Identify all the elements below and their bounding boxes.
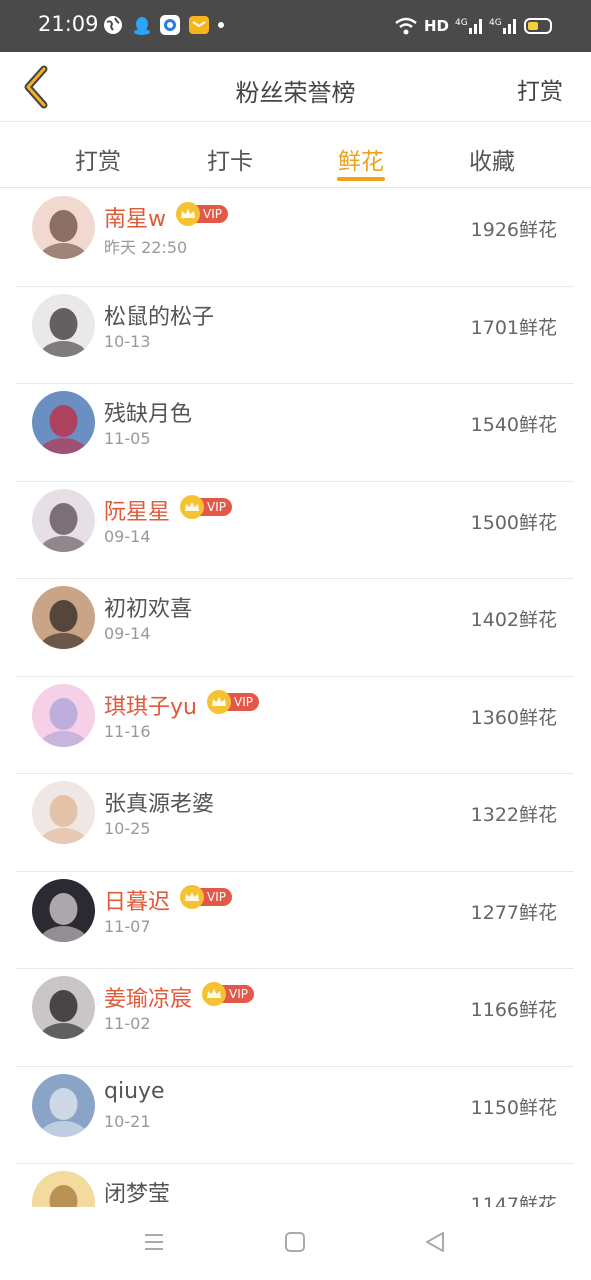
flower-count: 1166鲜花 [470, 999, 557, 1021]
tab-reward[interactable]: 打赏 [48, 142, 148, 176]
flower-count: 1926鲜花 [470, 219, 557, 241]
fan-date: 10-13 [104, 331, 151, 351]
qq-icon [134, 17, 150, 35]
crown-icon [180, 494, 204, 519]
page-title: 粉丝荣誉榜 [235, 79, 356, 107]
flower-count: 1322鲜花 [470, 804, 557, 826]
avatar[interactable] [32, 391, 95, 454]
flower-count: 1360鲜花 [470, 706, 557, 729]
fan-name: qiuye [104, 1078, 165, 1104]
crown-icon [207, 689, 231, 714]
tab-flowers[interactable]: 鲜花 [311, 142, 411, 176]
svg-text:4G: 4G [455, 18, 468, 28]
crown-icon [180, 884, 204, 909]
flower-count: 1277鲜花 [470, 901, 557, 924]
fan-row[interactable]: 张真源老婆 10-25 1322鲜花 [16, 774, 574, 872]
fan-name: 阮星星 [104, 499, 171, 525]
fan-date: 10-21 [104, 1111, 151, 1131]
fan-date: 11-05 [104, 429, 151, 448]
browser-icon [160, 15, 180, 35]
fan-row[interactable]: 琪琪子yu VIP 11-16 1360鲜花 [16, 677, 574, 774]
flower-count: 1147鲜花 [470, 1194, 557, 1207]
fan-date: 09-14 [104, 624, 151, 643]
status-bar: 21:09 HD 4G 4G [0, 0, 591, 52]
fan-row[interactable]: 残缺月色 11-05 1540鲜花 [16, 384, 574, 482]
menu-icon[interactable] [143, 1231, 165, 1253]
avatar[interactable] [32, 683, 95, 747]
avatar[interactable] [32, 586, 95, 649]
vip-badge: VIP [202, 982, 254, 1006]
fan-name: 日暮迟 [104, 889, 171, 915]
fan-row[interactable]: qiuye 10-21 1150鲜花 [16, 1067, 574, 1164]
flower-count: 1402鲜花 [470, 609, 557, 631]
avatar[interactable] [32, 293, 95, 357]
fan-row[interactable]: 阮星星 VIP 09-14 1500鲜花 [16, 482, 574, 579]
fan-row[interactable]: 日暮迟 VIP 11-07 1277鲜花 [16, 872, 574, 969]
status-indicators: HD 4G 4G [394, 13, 555, 39]
fan-row[interactable]: 南星w VIP 昨天 22:50 1926鲜花 [16, 189, 574, 287]
fan-ranking-list[interactable]: 南星w VIP 昨天 22:50 1926鲜花松鼠的松子 10-13 1701鲜花残缺月色… [0, 189, 591, 1207]
tab-checkin[interactable]: 打卡 [180, 142, 280, 176]
system-nav-bar [0, 1207, 591, 1280]
home-icon[interactable] [284, 1231, 306, 1253]
active-tab-indicator [337, 177, 385, 181]
fan-row[interactable]: 松鼠的松子 10-13 1701鲜花 [16, 287, 574, 384]
fan-date: 11-02 [104, 1014, 151, 1033]
crown-icon [202, 982, 226, 1006]
fan-name: 松鼠的松子 [104, 304, 215, 330]
fan-row[interactable]: 初初欢喜 09-14 1402鲜花 [16, 579, 574, 677]
flower-count: 1701鲜花 [470, 316, 557, 339]
fan-row[interactable]: 闭梦莹 1147鲜花 [16, 1164, 574, 1207]
fan-date: 昨天 22:50 [104, 238, 188, 257]
fan-name: 张真源老婆 [104, 792, 215, 817]
network-hd-label: HD [423, 17, 449, 35]
vip-badge: VIP [207, 689, 259, 714]
nav-bar: 粉丝荣誉榜 打赏 [0, 52, 591, 122]
fan-name: 初初欢喜 [104, 597, 193, 622]
signal-4g-2-icon: 4G [489, 18, 516, 34]
fan-row[interactable]: 姜瑜凉宸 VIP 11-02 1166鲜花 [16, 969, 574, 1067]
crown-icon [176, 202, 200, 226]
avatar[interactable] [32, 488, 95, 552]
avatar[interactable] [32, 878, 95, 942]
fan-name: 残缺月色 [104, 402, 193, 427]
vip-badge: VIP [176, 202, 228, 226]
reward-button[interactable]: 打赏 [517, 72, 563, 106]
avatar[interactable] [32, 976, 95, 1039]
avatar[interactable] [32, 196, 95, 259]
avatar[interactable] [32, 1073, 95, 1137]
svg-text:4G: 4G [489, 18, 502, 28]
wifi-icon [395, 17, 417, 35]
signal-4g-icon: 4G [455, 18, 482, 34]
fan-name: 闭梦莹 [104, 1182, 171, 1207]
fan-date: 09-14 [104, 526, 151, 546]
battery-icon [524, 18, 552, 34]
fan-date: 11-07 [104, 916, 151, 936]
back-nav-icon[interactable] [424, 1231, 446, 1253]
fan-date: 10-25 [104, 819, 151, 838]
fan-name: 姜瑜凉宸 [104, 987, 193, 1012]
status-time: 21:09 [38, 12, 99, 36]
flower-count: 1150鲜花 [470, 1096, 557, 1119]
avatar[interactable] [32, 1171, 95, 1207]
vip-badge: VIP [180, 494, 232, 519]
notification-dot-icon [218, 22, 224, 28]
fan-date: 11-16 [104, 721, 151, 741]
vip-badge: VIP [180, 884, 232, 909]
mail-icon [189, 16, 209, 34]
tab-favorites[interactable]: 收藏 [442, 142, 542, 176]
tab-bar: 打赏 打卡 鲜花 收藏 [0, 122, 591, 188]
fan-name: 南星w [104, 207, 166, 232]
avatar[interactable] [32, 781, 95, 844]
flower-count: 1500鲜花 [470, 511, 557, 534]
globe-icon [104, 16, 122, 34]
fan-name: 琪琪子yu [104, 694, 197, 720]
flower-count: 1540鲜花 [470, 414, 557, 436]
